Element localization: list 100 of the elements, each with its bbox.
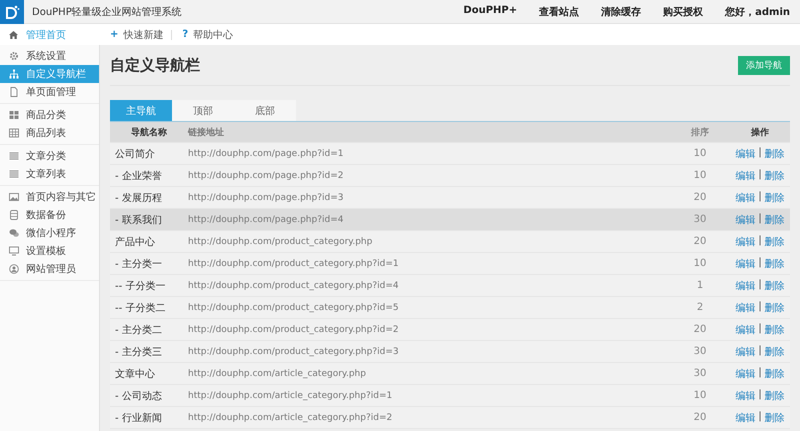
action-link[interactable]: 删除 (764, 146, 785, 160)
sidebar-item[interactable]: 商品分类 (0, 106, 99, 124)
separator: | (758, 190, 762, 204)
table-cell-text: http://douphp.com/page.php?id=3 (187, 192, 344, 202)
sidebar-item[interactable]: 系统设置 (0, 47, 99, 65)
list-icon (9, 151, 19, 161)
table-cell-text: 30 (692, 346, 708, 357)
table-cell-text: 30 (692, 368, 708, 379)
action-link[interactable]: 编辑 (735, 388, 756, 402)
action-link[interactable]: 编辑 (735, 366, 756, 380)
sidebar-item[interactable]: 文章分类 (0, 147, 99, 165)
table-cell-text: 文章中心 (114, 368, 156, 380)
tab[interactable]: 主导航 (110, 100, 172, 121)
separator: | (758, 234, 762, 248)
home-link[interactable]: 管理首页 (26, 28, 66, 42)
grid-icon (9, 110, 19, 120)
action-link[interactable]: 删除 (764, 410, 785, 424)
table-cell-text: http://douphp.com/page.php?id=2 (187, 170, 344, 180)
doc-icon (9, 87, 19, 97)
table-cell-text: - 主分类三 (114, 346, 163, 358)
action-link[interactable]: 删除 (764, 322, 785, 336)
table-cell-text: http://douphp.com/page.php?id=1 (187, 148, 344, 158)
table-cell-text: - 主分类一 (114, 258, 163, 270)
page-title: 自定义导航栏 (110, 56, 200, 74)
quick-link[interactable]: + 快速新建 (110, 28, 164, 42)
column-header: 操作 (750, 126, 770, 138)
header-link[interactable]: DouPHP+ (463, 4, 518, 18)
action-link[interactable]: 编辑 (735, 212, 756, 226)
monitor-icon (9, 246, 19, 256)
table-cell-text: - 发展历程 (114, 192, 163, 204)
header-link[interactable]: 清除缓存 (601, 4, 642, 18)
header-link[interactable]: 购买授权 (663, 4, 704, 18)
table-cell-text: http://douphp.com/product_category.php?id=2 (187, 324, 400, 334)
action-link[interactable]: 编辑 (735, 234, 756, 248)
table-icon (9, 128, 19, 138)
add-button[interactable]: 添加导航 (738, 56, 790, 74)
action-link[interactable]: 删除 (764, 366, 785, 380)
image-icon (9, 192, 19, 202)
table-cell-text: http://douphp.com/article_category.php?id=2 (187, 412, 394, 422)
action-link[interactable]: 删除 (764, 256, 785, 270)
separator: | (758, 344, 762, 358)
table-cell-text: 10 (692, 148, 708, 159)
table-cell-text: http://douphp.com/product_category.php?id=4 (187, 280, 400, 290)
sidebar-item[interactable]: 微信小程序 (0, 224, 99, 242)
table-cell-text: 10 (692, 390, 708, 401)
action-link[interactable]: 删除 (764, 190, 785, 204)
action-link[interactable]: 删除 (764, 212, 785, 226)
action-link[interactable]: 编辑 (735, 190, 756, 204)
action-link[interactable]: 编辑 (735, 300, 756, 314)
header-link[interactable]: 查看站点 (539, 4, 580, 18)
separator: | (758, 388, 762, 402)
action-link[interactable]: 删除 (764, 388, 785, 402)
table-cell-text: 公司简介 (114, 148, 156, 160)
sidebar-item[interactable]: 数据备份 (0, 206, 99, 224)
sidebar-item[interactable]: 设置模板 (0, 242, 99, 260)
sidebar-item[interactable]: 首页内容与其它 (0, 188, 99, 206)
separator: | (758, 410, 762, 424)
table-cell-text: 10 (692, 170, 708, 181)
action-link[interactable]: 编辑 (735, 322, 756, 336)
action-link[interactable]: 编辑 (735, 278, 756, 292)
separator: | (758, 168, 762, 182)
table-cell-text: - 主分类二 (114, 324, 163, 336)
action-link[interactable]: 删除 (764, 234, 785, 248)
home-icon (9, 30, 18, 38)
list-icon (9, 169, 19, 179)
tab[interactable]: 顶部 (172, 100, 234, 121)
table-cell-text: 1 (696, 280, 704, 291)
sidebar-item[interactable]: 网站管理员 (0, 260, 99, 278)
table-cell-text: http://douphp.com/product_category.php?id=3 (187, 346, 400, 356)
action-link[interactable]: 删除 (764, 344, 785, 358)
header-link[interactable]: 您好，admin (725, 4, 790, 18)
tab[interactable]: 底部 (234, 100, 296, 121)
action-link[interactable]: 编辑 (735, 168, 756, 182)
separator: | (758, 300, 762, 314)
action-link[interactable]: 删除 (764, 168, 785, 182)
user-icon (9, 264, 19, 274)
table-cell-text: 10 (692, 258, 708, 269)
database-icon (9, 210, 19, 220)
table-cell-text: - 公司动态 (114, 390, 163, 402)
sidebar-item[interactable]: 文章列表 (0, 165, 99, 183)
sidebar-item[interactable]: 自定义导航栏 (0, 65, 99, 83)
action-link[interactable]: 删除 (764, 300, 785, 314)
table-cell-text: -- 子分类二 (114, 302, 166, 314)
table-cell-text: http://douphp.com/page.php?id=4 (187, 214, 344, 224)
action-link[interactable]: 编辑 (735, 146, 756, 160)
action-link[interactable]: 编辑 (735, 410, 756, 424)
column-header: 排序 (690, 126, 710, 138)
sidebar-item[interactable]: 商品列表 (0, 124, 99, 142)
sidebar-item[interactable]: 单页面管理 (0, 83, 99, 101)
quick-link[interactable]: ? 帮助中心 (182, 28, 234, 42)
action-link[interactable]: 编辑 (735, 344, 756, 358)
table-cell-text: - 联系我们 (114, 214, 163, 226)
sitemap-icon (9, 69, 19, 79)
table-cell-text: 30 (692, 214, 708, 225)
table-cell-text: -- 子分类一 (114, 280, 166, 292)
column-header: 链接地址 (186, 126, 225, 138)
table-cell-text: http://douphp.com/article_category.php (187, 368, 367, 378)
action-link[interactable]: 删除 (764, 278, 785, 292)
action-link[interactable]: 编辑 (735, 256, 756, 270)
table-cell-text: http://douphp.com/article_category.php?id=1 (187, 390, 394, 400)
